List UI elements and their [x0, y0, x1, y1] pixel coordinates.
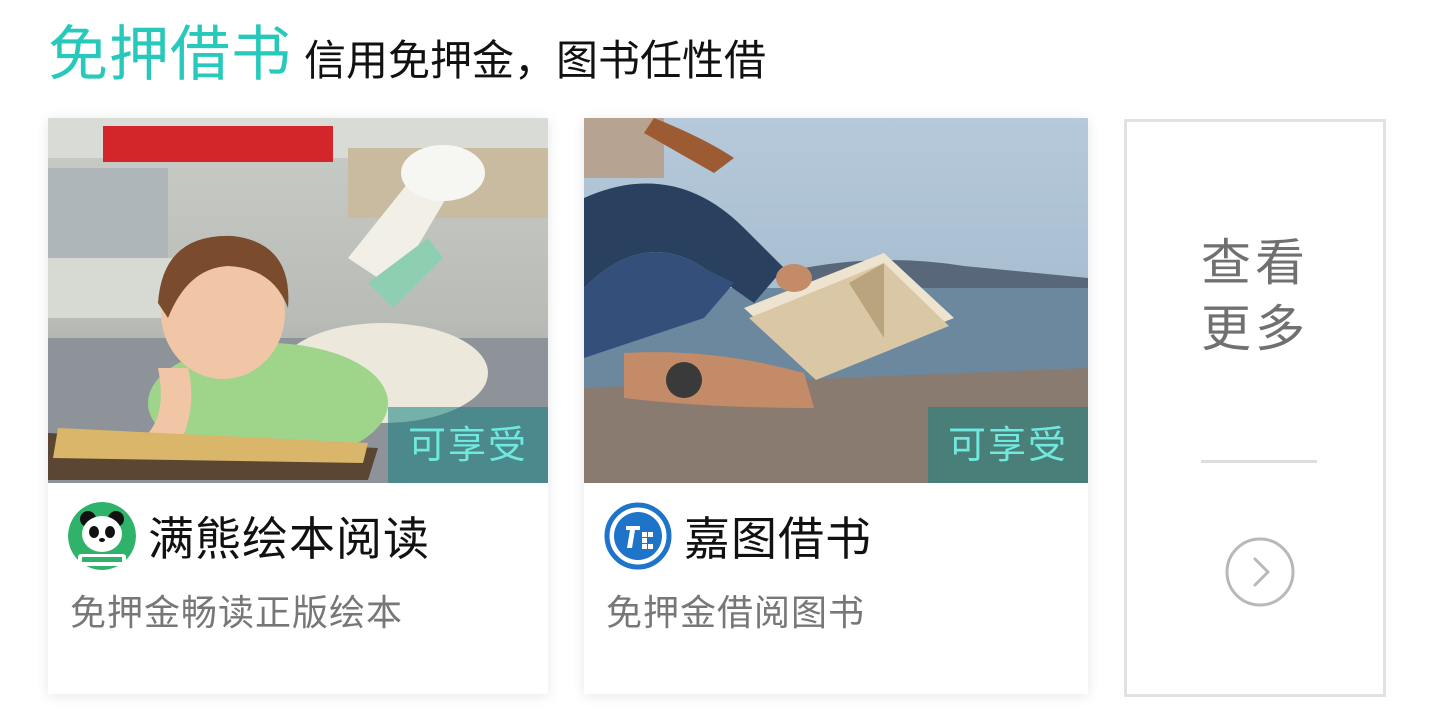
card-image-girl-reading: 可享受 — [48, 118, 548, 483]
jiatu-logo-icon — [604, 502, 672, 570]
section-title: 免押借书 — [48, 20, 292, 90]
card-name: 嘉图借书 — [684, 512, 872, 566]
see-more-label: 查看 更多 — [1127, 230, 1383, 362]
see-more-line2: 更多 — [1201, 300, 1309, 358]
see-more-button[interactable]: 查看 更多 — [1124, 119, 1386, 697]
see-more-line1: 查看 — [1201, 234, 1309, 292]
enjoy-badge: 可享受 — [928, 407, 1088, 483]
section-subtitle: 信用免押金，图书任性借 — [304, 36, 767, 85]
enjoy-badge: 可享受 — [388, 407, 548, 483]
divider — [1201, 460, 1317, 463]
card-name-row: 满熊绘本阅读 — [68, 496, 430, 576]
card-name-row: 嘉图借书 — [604, 496, 872, 576]
section-header: 免押借书 信用免押金，图书任性借 — [48, 20, 766, 90]
card-description: 免押金借阅图书 — [606, 593, 866, 634]
card-name: 满熊绘本阅读 — [148, 512, 430, 566]
service-card-manxiong[interactable]: 可享受 满熊绘本阅读 免押金畅读正版绘本 — [48, 118, 548, 694]
chevron-right-circle-icon[interactable] — [1224, 536, 1296, 608]
panda-logo-icon — [68, 502, 136, 570]
card-description: 免押金畅读正版绘本 — [70, 593, 404, 634]
service-card-jiatu[interactable]: 可享受 嘉图借书 免押金借阅图书 — [584, 118, 1088, 694]
card-image-woman-reading: 可享受 — [584, 118, 1088, 483]
